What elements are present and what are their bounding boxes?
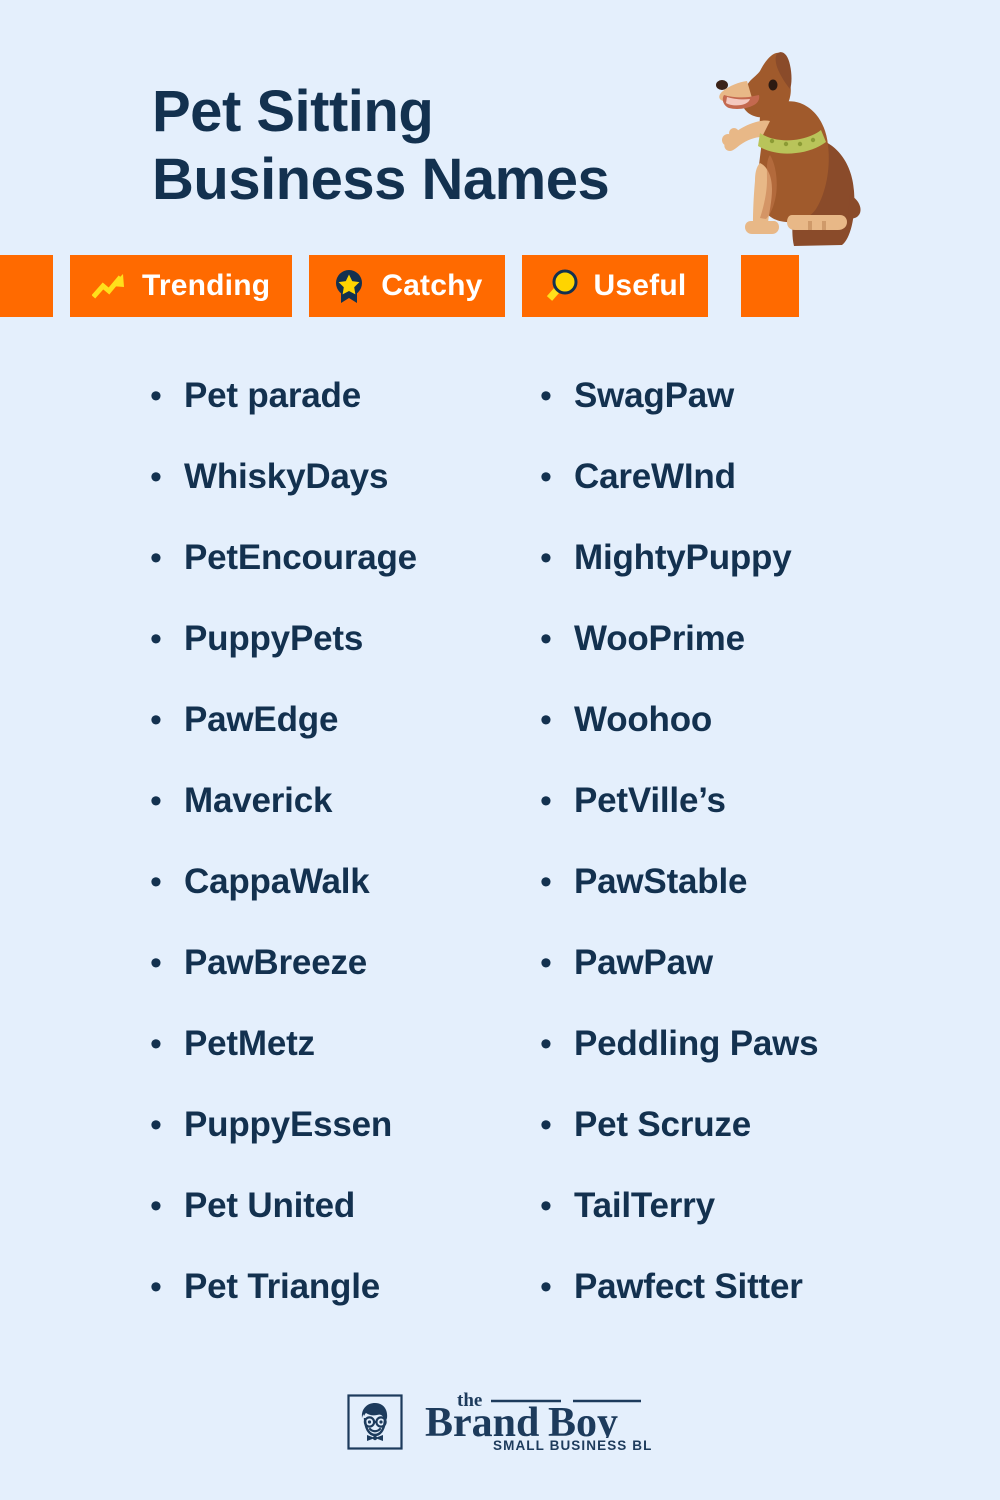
list-item[interactable]: PetMetz [150, 1003, 540, 1084]
badge-trending-label: Trending [142, 269, 271, 302]
list-item[interactable]: Peddling Paws [540, 1003, 930, 1084]
list-item[interactable]: PuppyPets [150, 598, 540, 679]
list-item-label: SwagPaw [574, 376, 735, 415]
list-item[interactable]: PawBreeze [150, 922, 540, 1003]
names-column-right: SwagPaw CareWInd MightyPuppy WooPrime Wo… [540, 355, 930, 1327]
badge-useful[interactable]: Useful [521, 255, 709, 317]
badge-catchy-label: Catchy [381, 269, 483, 302]
list-item-label: PawEdge [184, 700, 339, 739]
list-item-label: TailTerry [574, 1186, 715, 1225]
list-item[interactable]: PawEdge [150, 679, 540, 760]
bullet-icon [540, 923, 574, 1004]
bullet-icon [540, 1166, 574, 1247]
list-item-label: Pet Triangle [184, 1267, 380, 1306]
list-item-label: Woohoo [574, 700, 713, 739]
names-column-left: Pet parade WhiskyDays PetEncourage Puppy… [150, 355, 540, 1327]
bullet-icon [150, 1004, 184, 1085]
list-item-label: Peddling Paws [574, 1024, 819, 1063]
list-item[interactable]: CareWInd [540, 436, 930, 517]
list-item-label: Pet Scruze [574, 1105, 751, 1144]
bullet-icon [540, 356, 574, 437]
list-item-label: Pet parade [184, 376, 361, 415]
list-item[interactable]: Pet Scruze [540, 1084, 930, 1165]
list-item-label: PetEncourage [184, 538, 417, 577]
list-item-label: PetMetz [184, 1024, 315, 1063]
list-item[interactable]: Woohoo [540, 679, 930, 760]
bullet-icon [150, 356, 184, 437]
bullet-icon [150, 1085, 184, 1166]
list-item-label: Pet United [184, 1186, 356, 1225]
list-item-label: PuppyPets [184, 619, 364, 658]
bullet-icon [540, 1085, 574, 1166]
list-item[interactable]: WooPrime [540, 598, 930, 679]
list-item[interactable]: Pet United [150, 1165, 540, 1246]
list-item[interactable]: PetVille’s [540, 760, 930, 841]
bullet-icon [150, 437, 184, 518]
bullet-icon [540, 518, 574, 599]
list-item-label: WhiskyDays [184, 457, 389, 496]
list-item-label: CappaWalk [184, 862, 370, 901]
list-item-label: Pawfect Sitter [574, 1267, 803, 1306]
brandboy-logo[interactable]: the Brand Boy SMALL BUSINESS BLOG [347, 1388, 653, 1458]
bullet-icon [150, 599, 184, 680]
list-item[interactable]: PawPaw [540, 922, 930, 1003]
list-item-label: Maverick [184, 781, 333, 820]
list-item[interactable]: WhiskyDays [150, 436, 540, 517]
list-item-label: PawStable [574, 862, 748, 901]
bullet-icon [150, 680, 184, 761]
bullet-icon [150, 1166, 184, 1247]
list-item[interactable]: CappaWalk [150, 841, 540, 922]
bullet-icon [540, 1004, 574, 1085]
list-item[interactable]: PetEncourage [150, 517, 540, 598]
list-item-label: PetVille’s [574, 781, 726, 820]
bullet-icon [540, 761, 574, 842]
bullet-icon [540, 1247, 574, 1328]
list-item[interactable]: Pet Triangle [150, 1246, 540, 1327]
trending-up-arrow-icon [92, 274, 124, 299]
list-item-label: PawBreeze [184, 943, 368, 982]
list-item-label: WooPrime [574, 619, 745, 658]
list-item-label: PuppyEssen [184, 1105, 393, 1144]
list-item-label: PawPaw [574, 943, 713, 982]
name-lists: Pet parade WhiskyDays PetEncourage Puppy… [0, 355, 1000, 1327]
list-item[interactable]: Pawfect Sitter [540, 1246, 930, 1327]
bullet-icon [150, 842, 184, 923]
bullet-icon [540, 599, 574, 680]
sitting-dog-illustration [716, 52, 861, 246]
badge-band: Trending Catchy Useful [0, 255, 1000, 317]
bullet-icon [150, 518, 184, 599]
list-item[interactable]: PawStable [540, 841, 930, 922]
bullet-icon [150, 1247, 184, 1328]
logo-tagline: SMALL BUSINESS BLOG [493, 1438, 653, 1453]
badge-useful-label: Useful [593, 269, 687, 302]
header: Pet Sitting Business Names [0, 0, 1000, 255]
bullet-icon [540, 437, 574, 518]
list-item[interactable]: SwagPaw [540, 355, 930, 436]
list-item[interactable]: PuppyEssen [150, 1084, 540, 1165]
band-edge-left [0, 255, 53, 317]
award-ribbon-star-icon [336, 270, 363, 303]
bullet-icon [540, 842, 574, 923]
footer: the Brand Boy SMALL BUSINESS BLOG [0, 1388, 1000, 1468]
magnifying-glass-icon [546, 269, 577, 301]
badge-catchy[interactable]: Catchy [309, 255, 505, 317]
page-title: Pet Sitting Business Names [152, 79, 610, 213]
band-edge-right [741, 255, 800, 317]
brandboy-face-icon [347, 1394, 403, 1450]
list-item[interactable]: MightyPuppy [540, 517, 930, 598]
bullet-icon [150, 923, 184, 1004]
list-item[interactable]: Maverick [150, 760, 540, 841]
bullet-icon [150, 761, 184, 842]
list-item-label: MightyPuppy [574, 538, 792, 577]
brandboy-wordmark: the Brand Boy SMALL BUSINESS BLOG [413, 1388, 653, 1458]
infographic-poster: Pet Sitting Business Names Trending Catc… [0, 0, 1000, 1500]
list-item-label: CareWInd [574, 457, 736, 496]
badge-trending[interactable]: Trending [70, 255, 293, 317]
list-item[interactable]: Pet parade [150, 355, 540, 436]
bullet-icon [540, 680, 574, 761]
list-item[interactable]: TailTerry [540, 1165, 930, 1246]
